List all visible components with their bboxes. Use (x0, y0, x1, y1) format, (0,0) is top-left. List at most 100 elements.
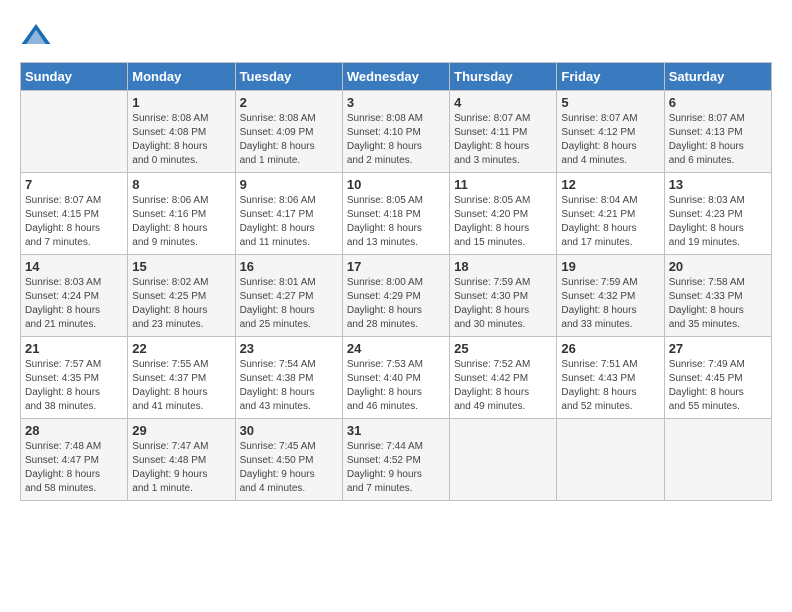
day-info: Sunrise: 7:49 AM Sunset: 4:45 PM Dayligh… (669, 358, 767, 414)
calendar-cell: 4 Sunrise: 8:07 AM Sunset: 4:11 PM Daylig… (450, 91, 557, 173)
day-info: Sunrise: 8:06 AM Sunset: 4:16 PM Dayligh… (132, 194, 230, 250)
weekday-header-friday: Friday (557, 63, 664, 91)
day-info: Sunrise: 8:07 AM Sunset: 4:11 PM Dayligh… (454, 112, 552, 168)
day-info: Sunrise: 7:45 AM Sunset: 4:50 PM Dayligh… (240, 440, 338, 496)
day-info: Sunrise: 8:01 AM Sunset: 4:27 PM Dayligh… (240, 276, 338, 332)
calendar-cell: 25 Sunrise: 7:52 AM Sunset: 4:42 PM Dayli… (450, 337, 557, 419)
day-number: 16 (240, 259, 338, 274)
day-info: Sunrise: 7:55 AM Sunset: 4:37 PM Dayligh… (132, 358, 230, 414)
day-number: 17 (347, 259, 445, 274)
day-number: 19 (561, 259, 659, 274)
day-number: 2 (240, 95, 338, 110)
calendar-cell: 21Sunrise: 7:57 AM Sunset: 4:35 PM Dayli… (21, 337, 128, 419)
day-number: 31 (347, 423, 445, 438)
week-row-2: 7 Sunrise: 8:07 AM Sunset: 4:15 PM Daylig… (21, 173, 772, 255)
day-number: 9 (240, 177, 338, 192)
calendar-cell: 5 Sunrise: 8:07 AM Sunset: 4:12 PM Daylig… (557, 91, 664, 173)
day-info: Sunrise: 8:05 AM Sunset: 4:18 PM Dayligh… (347, 194, 445, 250)
day-number: 25 (454, 341, 552, 356)
calendar-cell: 9 Sunrise: 8:06 AM Sunset: 4:17 PM Daylig… (235, 173, 342, 255)
calendar-cell: 18 Sunrise: 7:59 AM Sunset: 4:30 PM Dayli… (450, 255, 557, 337)
calendar-cell: 29Sunrise: 7:47 AM Sunset: 4:48 PM Dayli… (128, 419, 235, 501)
page-header (20, 20, 772, 52)
week-row-5: 28Sunrise: 7:48 AM Sunset: 4:47 PM Dayli… (21, 419, 772, 501)
day-info: Sunrise: 7:59 AM Sunset: 4:32 PM Dayligh… (561, 276, 659, 332)
day-info: Sunrise: 7:57 AM Sunset: 4:35 PM Dayligh… (25, 358, 123, 414)
day-info: Sunrise: 8:07 AM Sunset: 4:12 PM Dayligh… (561, 112, 659, 168)
week-row-1: 1 Sunrise: 8:08 AM Sunset: 4:08 PM Daylig… (21, 91, 772, 173)
calendar-cell (21, 91, 128, 173)
day-info: Sunrise: 8:02 AM Sunset: 4:25 PM Dayligh… (132, 276, 230, 332)
calendar-cell: 27 Sunrise: 7:49 AM Sunset: 4:45 PM Dayli… (664, 337, 771, 419)
day-info: Sunrise: 8:08 AM Sunset: 4:08 PM Dayligh… (132, 112, 230, 168)
calendar-cell: 10 Sunrise: 8:05 AM Sunset: 4:18 PM Dayli… (342, 173, 449, 255)
calendar-cell: 13Sunrise: 8:03 AM Sunset: 4:23 PM Dayli… (664, 173, 771, 255)
calendar-cell (557, 419, 664, 501)
day-info: Sunrise: 7:59 AM Sunset: 4:30 PM Dayligh… (454, 276, 552, 332)
logo (20, 20, 56, 52)
day-number: 7 (25, 177, 123, 192)
day-info: Sunrise: 8:00 AM Sunset: 4:29 PM Dayligh… (347, 276, 445, 332)
calendar-cell: 24 Sunrise: 7:53 AM Sunset: 4:40 PM Dayli… (342, 337, 449, 419)
calendar-cell: 8 Sunrise: 8:06 AM Sunset: 4:16 PM Daylig… (128, 173, 235, 255)
day-info: Sunrise: 8:08 AM Sunset: 4:09 PM Dayligh… (240, 112, 338, 168)
calendar-cell: 1 Sunrise: 8:08 AM Sunset: 4:08 PM Daylig… (128, 91, 235, 173)
day-number: 30 (240, 423, 338, 438)
calendar-cell: 28Sunrise: 7:48 AM Sunset: 4:47 PM Dayli… (21, 419, 128, 501)
calendar-cell: 31 Sunrise: 7:44 AM Sunset: 4:52 PM Dayli… (342, 419, 449, 501)
weekday-header-wednesday: Wednesday (342, 63, 449, 91)
day-info: Sunrise: 7:52 AM Sunset: 4:42 PM Dayligh… (454, 358, 552, 414)
day-info: Sunrise: 8:04 AM Sunset: 4:21 PM Dayligh… (561, 194, 659, 250)
calendar-table: SundayMondayTuesdayWednesdayThursdayFrid… (20, 62, 772, 501)
day-number: 5 (561, 95, 659, 110)
calendar-cell: 3 Sunrise: 8:08 AM Sunset: 4:10 PM Daylig… (342, 91, 449, 173)
day-number: 1 (132, 95, 230, 110)
calendar-cell (664, 419, 771, 501)
day-info: Sunrise: 7:53 AM Sunset: 4:40 PM Dayligh… (347, 358, 445, 414)
day-info: Sunrise: 8:06 AM Sunset: 4:17 PM Dayligh… (240, 194, 338, 250)
day-info: Sunrise: 7:58 AM Sunset: 4:33 PM Dayligh… (669, 276, 767, 332)
day-number: 18 (454, 259, 552, 274)
day-info: Sunrise: 8:03 AM Sunset: 4:23 PM Dayligh… (669, 194, 767, 250)
calendar-cell: 20 Sunrise: 7:58 AM Sunset: 4:33 PM Dayli… (664, 255, 771, 337)
day-info: Sunrise: 8:07 AM Sunset: 4:15 PM Dayligh… (25, 194, 123, 250)
day-info: Sunrise: 7:44 AM Sunset: 4:52 PM Dayligh… (347, 440, 445, 496)
day-number: 3 (347, 95, 445, 110)
weekday-header-sunday: Sunday (21, 63, 128, 91)
week-row-3: 14 Sunrise: 8:03 AM Sunset: 4:24 PM Dayli… (21, 255, 772, 337)
day-info: Sunrise: 7:51 AM Sunset: 4:43 PM Dayligh… (561, 358, 659, 414)
calendar-cell: 14 Sunrise: 8:03 AM Sunset: 4:24 PM Dayli… (21, 255, 128, 337)
day-number: 6 (669, 95, 767, 110)
day-info: Sunrise: 7:54 AM Sunset: 4:38 PM Dayligh… (240, 358, 338, 414)
day-number: 27 (669, 341, 767, 356)
day-info: Sunrise: 8:07 AM Sunset: 4:13 PM Dayligh… (669, 112, 767, 168)
day-number: 14 (25, 259, 123, 274)
calendar-cell: 30 Sunrise: 7:45 AM Sunset: 4:50 PM Dayli… (235, 419, 342, 501)
day-info: Sunrise: 8:08 AM Sunset: 4:10 PM Dayligh… (347, 112, 445, 168)
day-number: 10 (347, 177, 445, 192)
weekday-header-saturday: Saturday (664, 63, 771, 91)
calendar-cell: 6 Sunrise: 8:07 AM Sunset: 4:13 PM Daylig… (664, 91, 771, 173)
calendar-cell: 19 Sunrise: 7:59 AM Sunset: 4:32 PM Dayli… (557, 255, 664, 337)
day-number: 29 (132, 423, 230, 438)
weekday-header-row: SundayMondayTuesdayWednesdayThursdayFrid… (21, 63, 772, 91)
week-row-4: 21Sunrise: 7:57 AM Sunset: 4:35 PM Dayli… (21, 337, 772, 419)
calendar-cell: 11Sunrise: 8:05 AM Sunset: 4:20 PM Dayli… (450, 173, 557, 255)
day-number: 20 (669, 259, 767, 274)
day-number: 24 (347, 341, 445, 356)
weekday-header-monday: Monday (128, 63, 235, 91)
day-info: Sunrise: 8:03 AM Sunset: 4:24 PM Dayligh… (25, 276, 123, 332)
logo-icon (20, 20, 52, 52)
day-number: 15 (132, 259, 230, 274)
weekday-header-thursday: Thursday (450, 63, 557, 91)
calendar-cell: 26Sunrise: 7:51 AM Sunset: 4:43 PM Dayli… (557, 337, 664, 419)
calendar-cell: 22Sunrise: 7:55 AM Sunset: 4:37 PM Dayli… (128, 337, 235, 419)
calendar-cell: 7 Sunrise: 8:07 AM Sunset: 4:15 PM Daylig… (21, 173, 128, 255)
day-number: 8 (132, 177, 230, 192)
day-number: 28 (25, 423, 123, 438)
calendar-body: 1 Sunrise: 8:08 AM Sunset: 4:08 PM Daylig… (21, 91, 772, 501)
calendar-cell: 2 Sunrise: 8:08 AM Sunset: 4:09 PM Daylig… (235, 91, 342, 173)
day-number: 4 (454, 95, 552, 110)
calendar-cell: 12Sunrise: 8:04 AM Sunset: 4:21 PM Dayli… (557, 173, 664, 255)
weekday-header-tuesday: Tuesday (235, 63, 342, 91)
